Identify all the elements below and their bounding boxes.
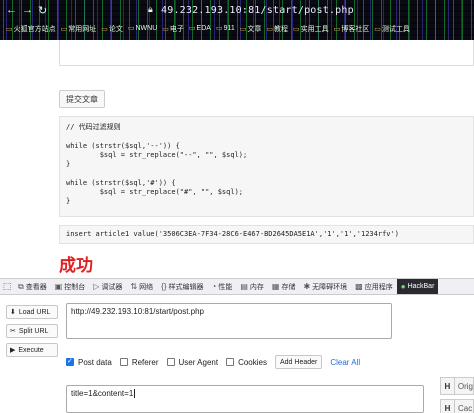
browser-chrome: ← → ↻ 🔒︎ 49.232.193.10:81/start/post.php… [0, 0, 474, 40]
referer-option[interactable]: Referer [119, 357, 159, 367]
tab-debugger[interactable]: ▷ 调试器 [89, 279, 126, 294]
option-label: Referer [131, 357, 159, 367]
devtools-toolbar: ⬚ ⧉ 查看器 ▣ 控制台 ▷ 调试器 ⇅ 网络 {} 样式编辑器 ◔ 性能 ▤ 内存 ▦ 存储… [0, 278, 474, 295]
back-icon[interactable]: ← [6, 4, 17, 16]
post-data-value: title=1&content=1 [71, 389, 134, 398]
post-data-input[interactable]: title=1&content=1 [66, 385, 424, 413]
user-agent-checkbox[interactable] [166, 358, 175, 366]
bookmarks-bar: 火狐官方站点 常用网址 论文 NWNU 电子 EDA 911 文章 教程 实用工… [0, 24, 474, 38]
address-bar[interactable]: ← → ↻ 🔒︎ 49.232.193.10:81/start/post.php [0, 3, 474, 21]
tab-performance[interactable]: ◔ 性能 [207, 279, 236, 294]
tab-label: 应用程序 [364, 283, 393, 291]
execute-icon: ▶ [10, 347, 16, 354]
tab-application[interactable]: ▩ 应用程序 [351, 279, 397, 294]
bookmark-item[interactable]: 文章 [240, 24, 261, 38]
tab-label: 性能 [218, 283, 233, 291]
tab-console[interactable]: ▣ 控制台 [51, 279, 90, 294]
option-label: Cookies [238, 357, 267, 367]
tab-label: 网络 [139, 283, 154, 291]
split-url-icon: ✂ [10, 328, 16, 335]
style-editor-icon: {} [161, 282, 167, 291]
button-label: Load URL [18, 308, 51, 316]
filter-code-block: // 代码过滤规则 while (strstr($sql,'--')) { $s… [59, 116, 474, 217]
header-key: H [441, 400, 455, 413]
cookies-option[interactable]: Cookies [226, 358, 267, 367]
post-data-checkbox[interactable] [66, 357, 74, 366]
tab-inspector[interactable]: ⧉ 查看器 [14, 279, 51, 294]
execute-button[interactable]: ▶ Execute [6, 343, 58, 357]
tab-label: 控制台 [64, 283, 86, 291]
element-picker-icon[interactable]: ⬚ [0, 281, 14, 292]
bookmark-item[interactable]: 火狐官方站点 [6, 24, 56, 38]
header-key: H [441, 378, 455, 394]
user-agent-option[interactable]: User Agent [166, 357, 219, 367]
success-message: 成功 [59, 256, 93, 276]
memory-icon: ▤ [240, 282, 248, 291]
tab-accessibility[interactable]: ✱ 无障碍环境 [299, 279, 351, 294]
debugger-icon: ▷ [93, 282, 100, 291]
accessibility-icon: ✱ [303, 282, 311, 291]
reload-icon[interactable]: ↻ [38, 4, 47, 17]
text-caret [134, 389, 136, 399]
bookmark-item[interactable]: 论文 [101, 24, 123, 38]
hackbar-options: Post data Referer User Agent Cookies Add… [66, 355, 360, 369]
console-icon: ▣ [54, 282, 63, 291]
tab-label: 样式编辑器 [168, 283, 204, 291]
forward-icon[interactable]: → [22, 4, 33, 16]
application-icon: ▩ [355, 282, 363, 291]
sql-output-block: insert article1 value('3506C3EA-7F34-28C… [59, 225, 474, 244]
option-label: User Agent [178, 357, 219, 367]
bookmark-item[interactable]: EDA [189, 24, 211, 38]
bookmark-item[interactable]: 博客社区 [334, 24, 369, 38]
tab-label: 内存 [249, 283, 264, 291]
filter-code-text: // 代码过滤规则 while (strstr($sql,'--')) { $s… [66, 123, 248, 206]
header-name: Cac [458, 403, 473, 413]
address-url[interactable]: 49.232.193.10:81/start/post.php [161, 5, 354, 16]
option-label: Post data [78, 357, 112, 367]
lock-icon[interactable]: 🔒︎ [148, 4, 153, 15]
tab-label: 查看器 [25, 283, 47, 291]
tab-label: 调试器 [101, 283, 123, 291]
tab-label: HackBar [407, 283, 435, 290]
hackbar-icon: ● [400, 282, 406, 291]
sql-output-text: insert article1 value('3506C3EA-7F34-28C… [66, 230, 399, 238]
cookies-checkbox[interactable] [226, 358, 235, 366]
bookmark-item[interactable]: 测试工具 [374, 24, 410, 38]
header-name: Orig [457, 381, 473, 391]
post-data-option[interactable]: Post data [66, 357, 112, 367]
add-header-button[interactable]: Add Header [274, 355, 323, 369]
tab-memory[interactable]: ▤ 内存 [236, 279, 268, 294]
performance-icon: ◔ [211, 282, 217, 291]
bookmark-item[interactable]: NWNU [128, 24, 158, 38]
bookmark-item[interactable]: 911 [216, 24, 235, 38]
inspector-icon: ⧉ [18, 281, 24, 291]
split-url-button[interactable]: ✂ Split URL [6, 324, 58, 338]
tab-label: 存储 [281, 283, 296, 291]
bookmark-item[interactable]: 常用网址 [61, 24, 96, 38]
button-label: Execute [18, 346, 44, 354]
storage-icon: ▦ [271, 282, 280, 291]
clear-all-link[interactable]: Clear All [330, 358, 360, 367]
tab-style-editor[interactable]: {} 样式编辑器 [157, 279, 207, 294]
referer-checkbox[interactable] [119, 358, 128, 366]
load-url-icon: ⬇ [10, 309, 16, 316]
load-url-button[interactable]: ⬇ Load URL [6, 305, 58, 319]
content-textarea[interactable] [59, 40, 474, 66]
network-icon: ⇅ [130, 282, 138, 291]
bookmark-item[interactable]: 教程 [266, 24, 288, 38]
tab-storage[interactable]: ▦ 存储 [268, 279, 300, 294]
header-origin-box[interactable]: H Orig [440, 377, 474, 395]
tab-label: 无障碍环境 [312, 283, 348, 291]
submit-article-button[interactable]: 提交文章 [59, 90, 105, 108]
header-cache-box[interactable]: H Cac [440, 399, 474, 413]
bookmark-item[interactable]: 电子 [162, 24, 184, 38]
hackbar-url-input[interactable]: http://49.232.193.10:81/start/post.php [66, 303, 392, 339]
tab-network[interactable]: ⇅ 网络 [126, 279, 157, 294]
tab-hackbar[interactable]: ● HackBar [396, 279, 439, 294]
bookmark-item[interactable]: 实用工具 [293, 24, 329, 38]
button-label: Split URL [18, 327, 49, 335]
hackbar-panel: ⬇ Load URL ✂ Split URL ▶ Execute http://49.… [0, 295, 474, 413]
